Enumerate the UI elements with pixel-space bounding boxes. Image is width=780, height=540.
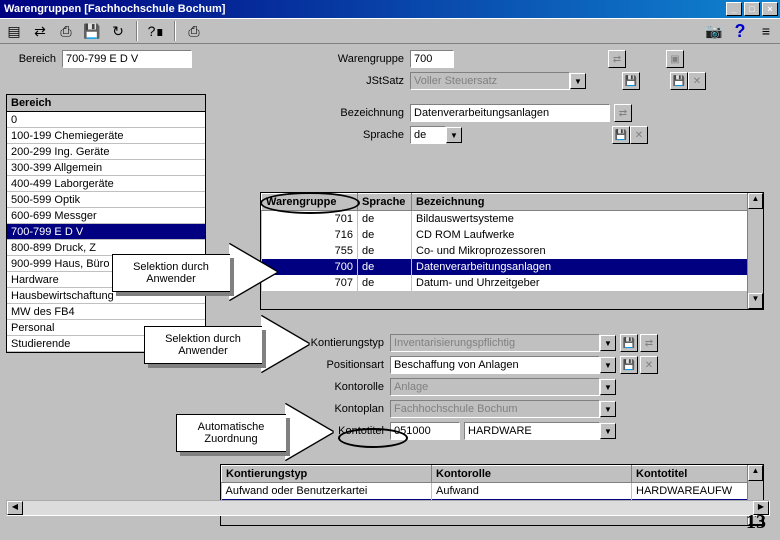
nav-icon[interactable]: ⇄ (30, 21, 50, 41)
minimize-button[interactable]: _ (726, 2, 742, 16)
arrow-icon (261, 316, 309, 372)
disk-small-icon[interactable]: 💾 (612, 126, 630, 144)
delete-small-icon[interactable]: ✕ (630, 126, 648, 144)
jstsatz-field[interactable]: Voller Steuersatz (410, 72, 570, 90)
warengruppe-label: Warengruppe (310, 53, 410, 65)
callout-automatische: Automatische Zuordnung (176, 414, 286, 452)
arrow-icon (229, 244, 277, 300)
oval-annotation (338, 428, 408, 448)
swap-icon[interactable]: ⇄ (640, 334, 658, 352)
page-number: 13 (746, 511, 766, 534)
arrow-icon (285, 404, 333, 460)
list-item[interactable]: 300-399 Allgemein (7, 160, 205, 176)
swap-icon[interactable]: ⇄ (614, 104, 632, 122)
sprache-field[interactable]: de (410, 126, 446, 144)
disk-small-icon[interactable]: 💾 (622, 72, 640, 90)
list-item[interactable]: 100-199 Chemiegeräte (7, 128, 205, 144)
scroll-up-icon[interactable]: ▲ (748, 465, 763, 481)
bereich-listbox[interactable]: 0 100-199 Chemiegeräte 200-299 Ing. Gerä… (6, 112, 206, 353)
camera-small-icon[interactable]: ▣ (666, 50, 684, 68)
col-kontotitel[interactable]: Kontotitel (632, 466, 763, 483)
separator (174, 21, 176, 41)
disk-small-icon[interactable]: 💾 (620, 356, 638, 374)
print-icon[interactable]: ⎙ (184, 21, 204, 41)
bereich-value: 700-799 E D V (66, 53, 138, 65)
bereich-list-header: Bereich (6, 94, 206, 112)
scroll-left-icon[interactable]: ◀ (7, 501, 23, 515)
separator (136, 21, 138, 41)
sprache-label: Sprache (310, 129, 410, 141)
menu-icon[interactable]: ≡ (756, 21, 776, 41)
col-bezeichnung[interactable]: Bezeichnung (412, 194, 763, 211)
kontoplan-field[interactable]: Fachhochschule Bochum (390, 400, 600, 418)
table-row-selected[interactable]: 700deDatenverarbeitungsanlagen (262, 259, 763, 275)
dropdown-icon[interactable]: ▼ (600, 379, 616, 395)
col-kontierungstyp[interactable]: Kontierungstyp (222, 466, 432, 483)
callout-selektion-2: Selektion durch Anwender (144, 326, 262, 364)
dropdown-icon[interactable]: ▼ (600, 357, 616, 373)
oval-annotation (260, 192, 360, 214)
kontorolle-field[interactable]: Anlage (390, 378, 600, 396)
swap-icon[interactable]: ⇄ (608, 50, 626, 68)
list-item[interactable]: 400-499 Laborgeräte (7, 176, 205, 192)
camera-icon[interactable]: 📷 (704, 21, 724, 41)
table-row[interactable]: Aufwand oder BenutzerkarteiAufwandHARDWA… (222, 483, 763, 499)
disk-small-icon[interactable]: 💾 (620, 334, 638, 352)
dropdown-icon[interactable]: ▼ (570, 73, 586, 89)
bereich-panel: Bereich 0 100-199 Chemiegeräte 200-299 I… (6, 94, 206, 353)
list-item-selected[interactable]: 700-799 E D V (7, 224, 205, 240)
main-toolbar: ▤ ⇄ ⎙ 💾 ↻ ?∎ ⎙ 📷 ? ≡ (0, 18, 780, 44)
bezeichnung-field[interactable]: Datenverarbeitungsanlagen (410, 104, 610, 122)
kontorolle-label: Kontorolle (220, 381, 390, 393)
table-row[interactable]: 716deCD ROM Laufwerke (262, 227, 763, 243)
dropdown-icon[interactable]: ▼ (600, 401, 616, 417)
delete-small-icon[interactable]: ✕ (640, 356, 658, 374)
bereich-field[interactable]: 700-799 E D V (62, 50, 192, 68)
table-row[interactable]: 707deDatum- und Uhrzeitgeber (262, 275, 763, 291)
table-row[interactable]: 755deCo- und Mikroprozessoren (262, 243, 763, 259)
close-button[interactable]: × (762, 2, 778, 16)
kontotitel-name-field[interactable]: HARDWARE (464, 422, 600, 440)
list-item[interactable]: 500-599 Optik (7, 192, 205, 208)
window-titlebar: Warengruppen [Fachhochschule Bochum] _ □… (0, 0, 780, 18)
kontierungstyp-field[interactable]: Inventarisierungspflichtig (390, 334, 600, 352)
scroll-up-icon[interactable]: ▲ (748, 193, 763, 209)
table-row[interactable]: 701deBildauswertsysteme (262, 211, 763, 227)
scroll-down-icon[interactable]: ▼ (748, 293, 763, 309)
dropdown-icon[interactable]: ▼ (446, 127, 462, 143)
dropdown-icon[interactable]: ▼ (600, 423, 616, 439)
help-icon[interactable]: ?∎ (146, 21, 166, 41)
horizontal-scrollbar[interactable]: ◀ ▶ (6, 500, 770, 516)
col-sprache[interactable]: Sprache (358, 194, 412, 211)
window-title: Warengruppen [Fachhochschule Bochum] (2, 3, 726, 15)
kontierung-grid[interactable]: Kontierungstyp Kontorolle Kontotitel Auf… (220, 464, 764, 526)
delete-small-icon[interactable]: ✕ (688, 72, 706, 90)
save-icon[interactable]: ⎙ (56, 21, 76, 41)
col-kontorolle[interactable]: Kontorolle (432, 466, 632, 483)
warengruppe-field[interactable]: 700 (410, 50, 454, 68)
vertical-scrollbar[interactable]: ▲ ▼ (747, 193, 763, 309)
callout-selektion-1: Selektion durch Anwender (112, 254, 230, 292)
context-help-icon[interactable]: ? (730, 21, 750, 41)
disk-small-icon[interactable]: 💾 (670, 72, 688, 90)
jstsatz-label: JStSatz (310, 75, 410, 87)
refresh-icon[interactable]: ↻ (108, 21, 128, 41)
list-item[interactable]: 0 (7, 112, 205, 128)
list-item[interactable]: 200-299 Ing. Geräte (7, 144, 205, 160)
disk-icon[interactable]: 💾 (82, 21, 102, 41)
doc-icon[interactable]: ▤ (4, 21, 24, 41)
bereich-label: Bereich (6, 53, 62, 65)
dropdown-icon[interactable]: ▼ (600, 335, 616, 351)
list-item[interactable]: 600-699 Messger (7, 208, 205, 224)
bezeichnung-label: Bezeichnung (310, 107, 410, 119)
maximize-button[interactable]: □ (744, 2, 760, 16)
positionsart-field[interactable]: Beschaffung von Anlagen (390, 356, 600, 374)
list-item[interactable]: MW des FB4 (7, 304, 205, 320)
